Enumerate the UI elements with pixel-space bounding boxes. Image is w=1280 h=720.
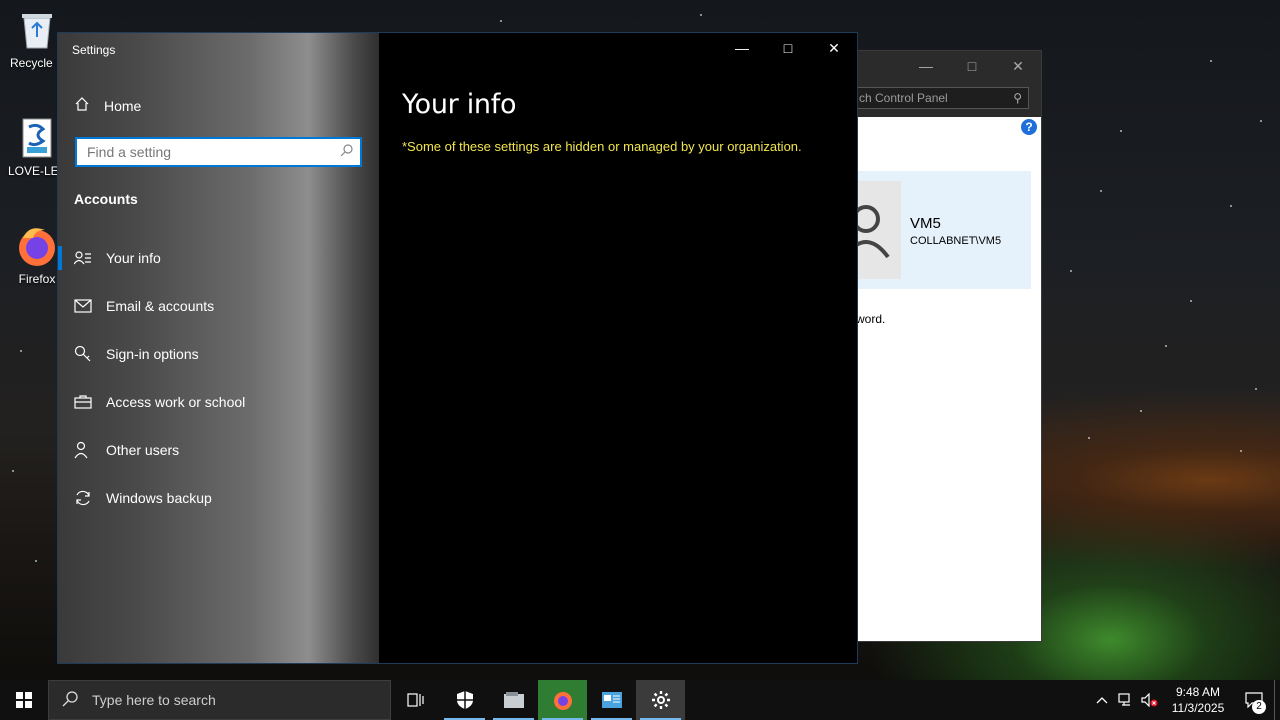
settings-window[interactable]: Settings Home Accounts Your info: [57, 32, 858, 664]
close-icon[interactable]: ✕: [995, 58, 1041, 75]
nav-home[interactable]: Home: [74, 96, 141, 115]
control-panel-icon: [601, 692, 622, 708]
taskbar-search-box[interactable]: Type here to search: [48, 680, 391, 720]
accounts-nav-list: Your info Email & accounts Sign-in optio…: [58, 234, 379, 522]
taskbar: Type here to search 9:48 AM 11/3/2025 2: [0, 680, 1280, 720]
nav-home-label: Home: [104, 97, 142, 114]
show-desktop-button[interactable]: [1274, 680, 1280, 720]
nav-item-your-info[interactable]: Your info: [58, 234, 379, 282]
windows-logo-icon: [16, 692, 32, 708]
script-file-icon: [15, 116, 59, 160]
taskbar-app-control-panel[interactable]: [587, 680, 636, 720]
nav-item-windows-backup[interactable]: Windows backup: [58, 474, 379, 522]
taskbar-app-explorer[interactable]: [489, 680, 538, 720]
task-view-icon: [406, 693, 424, 707]
control-panel-window[interactable]: — □ ✕ ch Control Panel ⚲ ? VM5 COLLABNET…: [855, 50, 1042, 642]
nav-item-label: Email & accounts: [106, 298, 215, 314]
task-view-button[interactable]: [391, 680, 440, 720]
clock-date: 11/3/2025: [1171, 701, 1225, 715]
nav-item-label: Your info: [106, 250, 161, 266]
firefox-icon: [15, 224, 59, 268]
taskbar-app-firefox[interactable]: [538, 680, 587, 720]
control-panel-titlebar[interactable]: — □ ✕: [856, 51, 1041, 81]
notification-count-badge: 2: [1252, 700, 1266, 714]
recycle-bin-icon: [15, 8, 59, 52]
maximize-icon[interactable]: □: [949, 58, 995, 74]
close-icon[interactable]: ✕: [811, 33, 857, 63]
show-hidden-icons[interactable]: [1090, 680, 1114, 720]
key-icon: [74, 345, 92, 363]
network-icon: [1118, 693, 1130, 706]
window-controls: — □ ✕: [719, 33, 857, 63]
person-icon: [74, 249, 92, 267]
organization-notice: *Some of these settings are hidden or ma…: [402, 139, 802, 154]
add-person-icon: [74, 441, 92, 459]
nav-item-email-accounts[interactable]: Email & accounts: [58, 282, 379, 330]
nav-item-label: Access work or school: [106, 394, 246, 410]
help-icon[interactable]: ?: [1021, 119, 1037, 135]
page-title: Your info: [402, 89, 517, 120]
minimize-icon[interactable]: —: [903, 58, 949, 74]
settings-search-box[interactable]: [75, 137, 362, 167]
taskbar-clock[interactable]: 9:48 AM 11/3/2025: [1162, 684, 1234, 716]
control-panel-text-fragment: word.: [856, 312, 886, 326]
firefox-icon: [553, 692, 572, 710]
taskbar-app-settings[interactable]: [636, 680, 685, 720]
system-tray: 9:48 AM 11/3/2025 2: [1090, 680, 1280, 720]
user-account-card: VM5 COLLABNET\VM5: [856, 171, 1031, 289]
shield-icon: [456, 691, 473, 709]
search-icon: [340, 143, 354, 162]
settings-content: — □ ✕ Your info *Some of these settings …: [379, 33, 857, 663]
home-icon: [74, 96, 90, 115]
nav-item-label: Sign-in options: [106, 346, 199, 362]
control-panel-search-bar: ch Control Panel ⚲: [856, 81, 1041, 117]
nav-item-access-work-school[interactable]: Access work or school: [58, 378, 379, 426]
taskbar-search-placeholder: Type here to search: [92, 692, 216, 708]
nav-item-label: Other users: [106, 442, 180, 458]
section-title: Accounts: [74, 191, 138, 207]
nav-item-label: Windows backup: [106, 490, 212, 506]
sync-icon: [74, 489, 92, 507]
volume-status[interactable]: [1138, 680, 1162, 720]
chevron-up-icon: [1096, 697, 1108, 704]
nav-item-other-users[interactable]: Other users: [58, 426, 379, 474]
nav-item-sign-in-options[interactable]: Sign-in options: [58, 330, 379, 378]
user-domain: COLLABNET\VM5: [910, 235, 1002, 247]
control-panel-search-input[interactable]: ch Control Panel ⚲: [856, 87, 1029, 109]
start-button[interactable]: [0, 680, 48, 720]
search-icon: ⚲: [1013, 91, 1022, 105]
briefcase-icon: [74, 393, 92, 411]
settings-search-input[interactable]: [87, 144, 327, 160]
search-icon: [62, 690, 78, 710]
gear-icon: [651, 691, 670, 709]
minimize-icon[interactable]: —: [719, 33, 765, 63]
taskbar-app-security[interactable]: [440, 680, 489, 720]
user-avatar: [856, 181, 901, 279]
app-title: Settings: [72, 43, 116, 57]
settings-sidebar: Settings Home Accounts Your info: [58, 33, 379, 663]
volume-muted-icon: [1141, 693, 1158, 707]
file-explorer-icon: [503, 692, 524, 708]
maximize-icon[interactable]: □: [765, 33, 811, 63]
network-status[interactable]: [1114, 680, 1138, 720]
user-name: VM5: [910, 215, 941, 232]
action-center-button[interactable]: 2: [1234, 680, 1274, 720]
mail-icon: [74, 297, 92, 315]
clock-time: 9:48 AM: [1175, 685, 1221, 699]
